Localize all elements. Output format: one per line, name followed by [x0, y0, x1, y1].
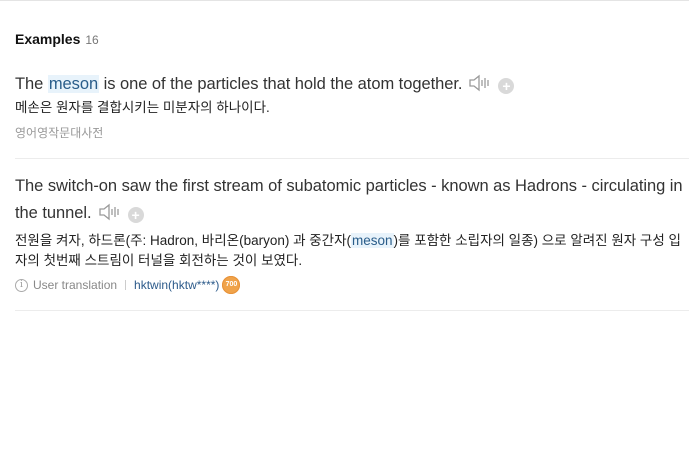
example-divider: [15, 310, 689, 311]
example-item: The meson is one of the particles that h…: [15, 71, 689, 141]
info-icon[interactable]: i: [15, 278, 28, 292]
plus-icon[interactable]: +: [498, 78, 515, 94]
example-source[interactable]: 영어영작문대사전: [15, 124, 689, 141]
example-korean: 전원을 켜자, 하드론(주: Hadron, 바리온(baryon) 과 중간자…: [15, 231, 689, 271]
translation-label: User translation: [33, 278, 118, 292]
translator-user[interactable]: hktwin(hktw****): [134, 278, 219, 292]
speaker-icon[interactable]: [98, 203, 120, 221]
example-item: The switch-on saw the first stream of su…: [15, 173, 689, 294]
highlight-term[interactable]: meson: [47, 75, 100, 93]
translation-meta: i User translation hktwin(hktw****) 700: [15, 276, 689, 294]
english-text: The: [15, 75, 48, 93]
english-text: is one of the particles that hold the at…: [99, 75, 463, 93]
example-divider: [15, 158, 689, 159]
user-level-badge: 700: [222, 276, 241, 294]
top-divider: [0, 0, 689, 1]
examples-count: 16: [85, 33, 99, 47]
examples-header: Examples 16: [15, 31, 99, 47]
plus-icon[interactable]: +: [127, 207, 144, 223]
highlight-term[interactable]: meson: [351, 233, 394, 248]
speaker-icon[interactable]: [468, 74, 490, 92]
examples-title: Examples: [15, 31, 81, 47]
korean-text: 전원을 켜자, 하드론(주: Hadron, 바리온(baryon) 과 중간자…: [15, 233, 352, 248]
example-english: The meson is one of the particles that h…: [15, 71, 689, 98]
example-korean: 메손은 원자를 결합시키는 미분자의 하나이다.: [15, 100, 270, 115]
example-english: The switch-on saw the first stream of su…: [15, 173, 689, 227]
meta-separator: [125, 280, 127, 290]
